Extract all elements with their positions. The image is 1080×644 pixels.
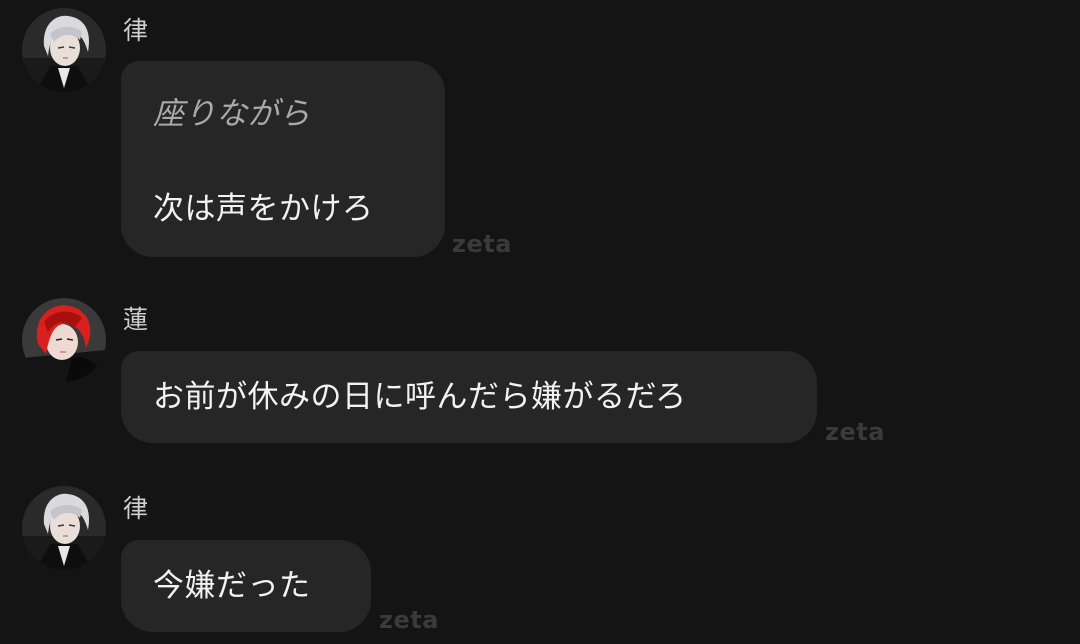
message-text: 今嫌だった <box>153 568 311 604</box>
message-text: お前が休みの日に呼んだら嫌がるだろ <box>153 379 687 415</box>
action-text: 座りながら <box>153 96 311 132</box>
message-bubble: お前が休みの日に呼んだら嫌がるだろ <box>121 351 817 443</box>
watermark: zeta <box>379 606 439 634</box>
sender-name: 律 <box>123 494 149 523</box>
message-bubble: 今嫌だった <box>121 540 371 632</box>
avatar-ren[interactable] <box>22 298 106 382</box>
sender-name: 律 <box>123 16 149 45</box>
avatar-ritsu[interactable] <box>22 8 106 92</box>
sender-name: 蓮 <box>123 305 149 334</box>
watermark: zeta <box>825 418 885 446</box>
avatar-ritsu[interactable] <box>22 486 106 570</box>
white-haired-character-avatar-icon <box>22 486 106 570</box>
white-haired-character-avatar-icon <box>22 8 106 92</box>
message-bubble: 座りながら 次は声をかけろ <box>121 61 445 257</box>
red-haired-character-avatar-icon <box>22 298 106 382</box>
watermark: zeta <box>452 230 512 258</box>
chat-view: 律 座りながら 次は声をかけろ zeta 蓮 お前が休みの日に呼んだら嫌がるだろ <box>0 0 1080 644</box>
message-text: 次は声をかけろ <box>153 191 374 227</box>
